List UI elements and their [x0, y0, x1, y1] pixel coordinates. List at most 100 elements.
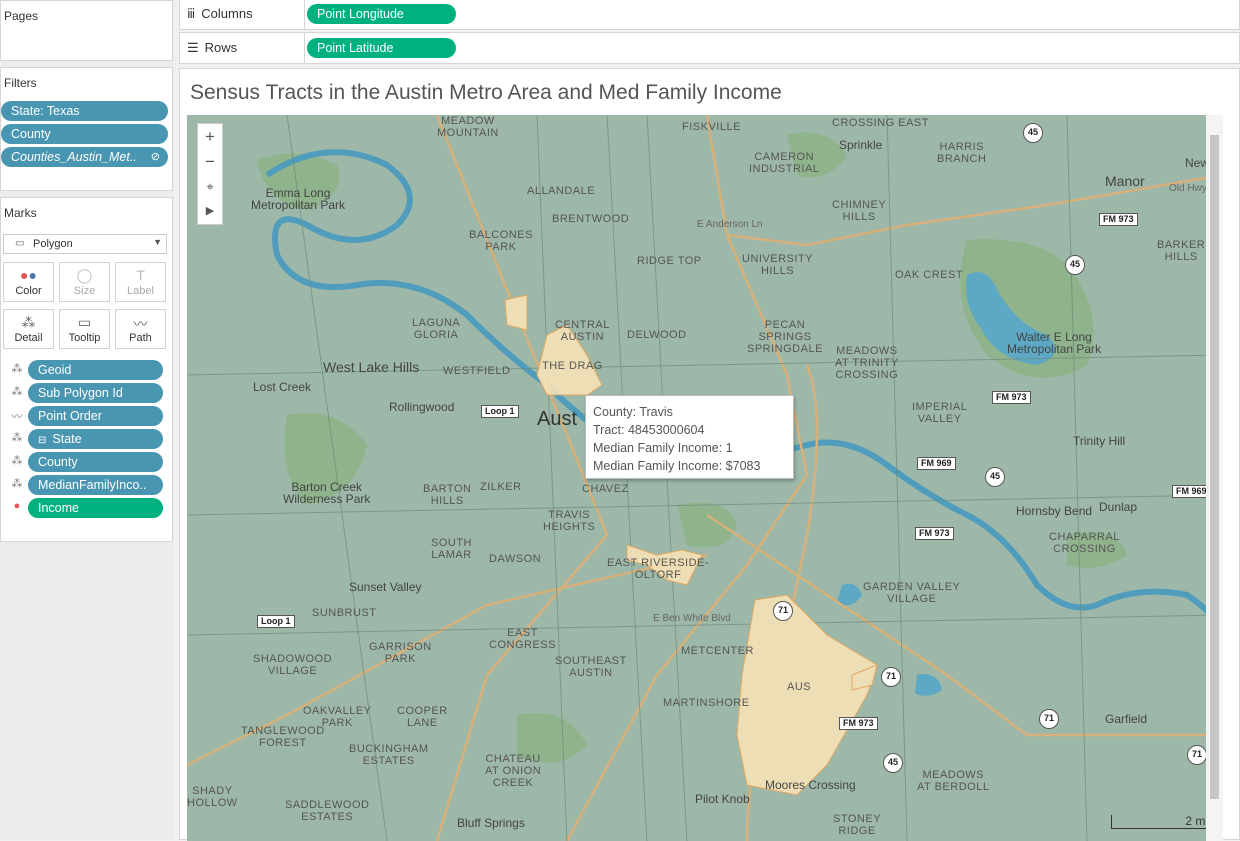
path-icon: 〰	[133, 316, 148, 332]
field-pill[interactable]: Geoid	[28, 360, 163, 380]
link-icon: ⊘	[150, 151, 160, 163]
map-label: Rollingwood	[389, 400, 455, 414]
scrollbar-thumb[interactable]	[1210, 135, 1219, 799]
detail-icon: ⁂	[11, 386, 23, 398]
size-button[interactable]: ◯ Size	[59, 262, 110, 302]
size-icon: ◯	[76, 267, 93, 283]
field-pill-label: State	[52, 432, 82, 446]
mark-field-state[interactable]: ⁂ ⊟ State	[8, 429, 168, 449]
filter-pill-counties[interactable]: Counties_Austin_Met.. ⊘	[1, 147, 168, 167]
map-label: BALCONES PARK	[469, 229, 533, 253]
tooltip-button-label: Tooltip	[68, 332, 101, 344]
map-label: STONEY RIDGE	[833, 813, 882, 837]
map-label: AUS	[787, 681, 812, 693]
map-label: Hornsby Bend	[1016, 504, 1093, 518]
filter-list: State: Texas County Counties_Austin_Met.…	[1, 101, 168, 167]
highway-shield-icon: 45	[985, 467, 1005, 487]
map-label: BARTON HILLS	[423, 483, 472, 507]
field-pill[interactable]: ⊟ State	[28, 429, 163, 449]
map-label: BRENTWOOD	[552, 213, 630, 225]
label-icon: T	[136, 267, 145, 283]
map-label: DELWOOD	[627, 329, 687, 341]
scale-bar: 2 mi	[1111, 815, 1211, 829]
tooltip-income1: Median Family Income: 1	[593, 441, 733, 455]
map-label: OAK CREST	[895, 269, 964, 281]
filter-pill-state[interactable]: State: Texas	[1, 101, 168, 121]
field-pill[interactable]: Point Order	[28, 406, 163, 426]
map-label: HARRIS BRANCH	[937, 141, 987, 165]
field-pill[interactable]: Sub Polygon Id	[28, 383, 163, 403]
highway-shield-icon: 71	[881, 667, 901, 687]
map-label: Manor	[1105, 173, 1145, 189]
highway-shield-icon: 71	[773, 601, 793, 621]
rows-shelf[interactable]: ☰ Rows Point Latitude	[179, 32, 1240, 64]
mark-field-point-order[interactable]: 〰 Point Order	[8, 406, 168, 426]
map-label: GARRISON PARK	[369, 641, 432, 665]
map-label: MARTINSHORE	[663, 697, 750, 709]
map-label: Sunset Valley	[349, 580, 422, 594]
mark-field-income[interactable]: ● Income	[8, 498, 168, 518]
fm-shield-icon: FM 973	[915, 527, 954, 540]
map-view[interactable]: MEADOW MOUNTAIN FISKVILLE CROSSING EAST S…	[187, 115, 1223, 841]
columns-shelf[interactable]: ⅲ Columns Point Longitude	[179, 0, 1240, 30]
filters-title: Filters	[4, 76, 37, 90]
polygon-icon: ▭	[15, 238, 25, 249]
filters-card: Filters State: Texas County Counties_Aus…	[0, 67, 173, 191]
map-label: TRAVIS HEIGHTS	[543, 509, 596, 533]
field-pill[interactable]: MedianFamilyInco..	[28, 475, 163, 495]
loop-shield-icon: Loop 1	[481, 405, 519, 418]
marks-title: Marks	[4, 206, 37, 220]
pages-card[interactable]: Pages	[0, 0, 173, 61]
highway-shield-icon: 45	[1023, 123, 1043, 143]
fm-shield-icon: FM 969	[917, 457, 956, 470]
color-button-label: Color	[15, 285, 42, 297]
rows-pill[interactable]: Point Latitude	[307, 38, 456, 58]
field-pill[interactable]: Income	[28, 498, 163, 518]
map-label: EAST CONGRESS	[489, 627, 556, 651]
map-label: SADDLEWOOD ESTATES	[285, 799, 370, 823]
map-label: ZILKER	[480, 481, 522, 493]
label-button[interactable]: T Label	[115, 262, 166, 302]
expand-toolbar-icon[interactable]: ▶	[198, 199, 222, 224]
left-panel: Pages Filters State: Texas County Counti…	[0, 0, 174, 840]
columns-pill[interactable]: Point Longitude	[307, 4, 456, 24]
map-label: ALLANDALE	[527, 185, 596, 197]
tooltip-income2: Median Family Income: $7083	[593, 459, 761, 473]
detail-button[interactable]: ⁂ Detail	[3, 309, 54, 349]
path-button-label: Path	[129, 332, 152, 344]
map-label: CROSSING EAST	[832, 117, 929, 129]
path-button[interactable]: 〰 Path	[115, 309, 166, 349]
map-label: CAMERON INDUSTRIAL	[749, 151, 820, 175]
map-label: METCENTER	[681, 645, 754, 657]
highway-shield-icon: 45	[883, 753, 903, 773]
color-button[interactable]: ●● Color	[3, 262, 54, 302]
mark-field-county[interactable]: ⁂ County	[8, 452, 168, 472]
mark-type-dropdown[interactable]: ▭ Polygon ▼	[3, 234, 167, 254]
map-label: WESTFIELD	[443, 365, 511, 377]
mark-field-sub-polygon[interactable]: ⁂ Sub Polygon Id	[8, 383, 168, 403]
map-label: RIDGE TOP	[637, 255, 702, 267]
map-label: PECAN SPRINGS SPRINGDALE	[747, 319, 823, 355]
map-label: SOUTHEAST AUSTIN	[555, 655, 627, 679]
vertical-scrollbar[interactable]	[1206, 115, 1223, 841]
map-label: Barton Creek Wilderness Park	[283, 480, 371, 506]
filter-pill-counties-label: Counties_Austin_Met..	[11, 150, 137, 164]
pin-map-icon[interactable]: ⌖	[198, 174, 222, 199]
map-label: BARKER HILLS	[1157, 239, 1206, 263]
path-icon: 〰	[11, 411, 23, 423]
mark-field-median[interactable]: ⁂ MedianFamilyInco..	[8, 475, 168, 495]
map-label: SHADY HOLLOW	[187, 785, 238, 809]
detail-icon: ⁂	[11, 478, 23, 490]
filter-pill-county[interactable]: County	[1, 124, 168, 144]
rows-icon: ☰	[187, 40, 199, 55]
zoom-in-icon[interactable]: +	[198, 124, 222, 149]
tooltip-button[interactable]: ▭ Tooltip	[59, 309, 110, 349]
map-label: UNIVERSITY HILLS	[742, 253, 814, 277]
detail-button-label: Detail	[14, 332, 43, 344]
tooltip: County: Travis Tract: 48453000604 Median…	[585, 395, 794, 479]
mark-field-geoid[interactable]: ⁂ Geoid	[8, 360, 168, 380]
field-pill[interactable]: County	[28, 452, 163, 472]
zoom-out-icon[interactable]: −	[198, 149, 222, 174]
map-label: COOPER LANE	[397, 705, 448, 729]
map-label: West Lake Hills	[323, 359, 420, 375]
